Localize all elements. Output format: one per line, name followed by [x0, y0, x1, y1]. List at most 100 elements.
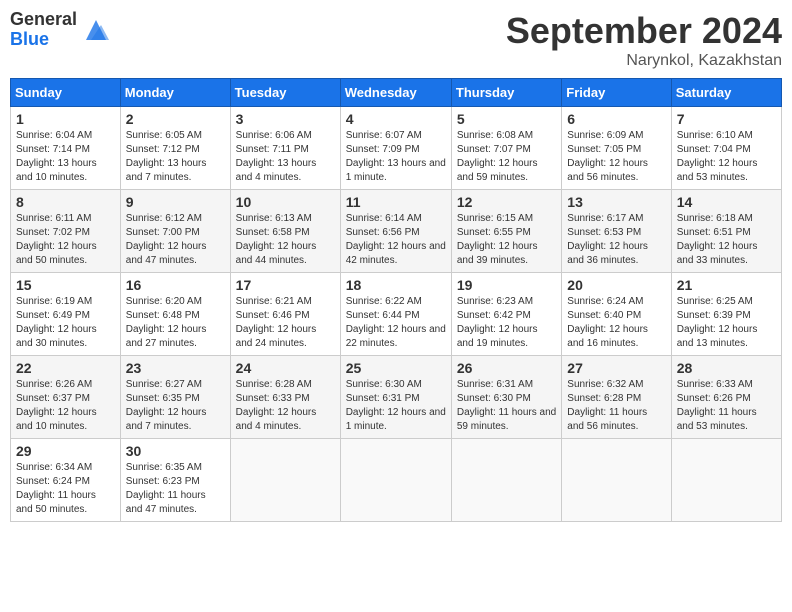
day-cell: 24 Sunrise: 6:28 AM Sunset: 6:33 PM Dayl… — [230, 356, 340, 439]
day-info: Sunrise: 6:20 AM Sunset: 6:48 PM Dayligh… — [126, 295, 225, 351]
day-cell: 8 Sunrise: 6:11 AM Sunset: 7:02 PM Dayli… — [11, 190, 121, 273]
day-info: Sunrise: 6:13 AM Sunset: 6:58 PM Dayligh… — [236, 212, 335, 268]
day-info: Sunrise: 6:06 AM Sunset: 7:11 PM Dayligh… — [236, 129, 335, 185]
day-number: 9 — [126, 194, 225, 210]
day-info: Sunrise: 6:09 AM Sunset: 7:05 PM Dayligh… — [567, 129, 665, 185]
day-number: 23 — [126, 360, 225, 376]
day-info: Sunrise: 6:07 AM Sunset: 7:09 PM Dayligh… — [346, 129, 446, 185]
day-cell: 21 Sunrise: 6:25 AM Sunset: 6:39 PM Dayl… — [671, 273, 781, 356]
day-number: 20 — [567, 277, 665, 293]
day-cell: 17 Sunrise: 6:21 AM Sunset: 6:46 PM Dayl… — [230, 273, 340, 356]
day-cell: 12 Sunrise: 6:15 AM Sunset: 6:55 PM Dayl… — [451, 190, 561, 273]
day-number: 8 — [16, 194, 115, 210]
day-info: Sunrise: 6:12 AM Sunset: 7:00 PM Dayligh… — [126, 212, 225, 268]
day-info: Sunrise: 6:10 AM Sunset: 7:04 PM Dayligh… — [677, 129, 776, 185]
day-info: Sunrise: 6:33 AM Sunset: 6:26 PM Dayligh… — [677, 378, 776, 434]
day-cell — [562, 439, 671, 522]
week-row-2: 8 Sunrise: 6:11 AM Sunset: 7:02 PM Dayli… — [11, 190, 782, 273]
day-cell: 6 Sunrise: 6:09 AM Sunset: 7:05 PM Dayli… — [562, 107, 671, 190]
header-tuesday: Tuesday — [230, 79, 340, 107]
day-number: 27 — [567, 360, 665, 376]
day-info: Sunrise: 6:26 AM Sunset: 6:37 PM Dayligh… — [16, 378, 115, 434]
day-info: Sunrise: 6:23 AM Sunset: 6:42 PM Dayligh… — [457, 295, 556, 351]
day-number: 13 — [567, 194, 665, 210]
month-title: September 2024 — [506, 10, 782, 52]
day-number: 30 — [126, 443, 225, 459]
day-cell: 9 Sunrise: 6:12 AM Sunset: 7:00 PM Dayli… — [120, 190, 230, 273]
calendar-header-row: SundayMondayTuesdayWednesdayThursdayFrid… — [11, 79, 782, 107]
day-cell: 23 Sunrise: 6:27 AM Sunset: 6:35 PM Dayl… — [120, 356, 230, 439]
day-info: Sunrise: 6:35 AM Sunset: 6:23 PM Dayligh… — [126, 461, 225, 517]
day-number: 2 — [126, 111, 225, 127]
day-cell: 13 Sunrise: 6:17 AM Sunset: 6:53 PM Dayl… — [562, 190, 671, 273]
page-header: General Blue September 2024 Narynkol, Ka… — [10, 10, 782, 70]
day-number: 18 — [346, 277, 446, 293]
day-cell: 16 Sunrise: 6:20 AM Sunset: 6:48 PM Dayl… — [120, 273, 230, 356]
day-cell: 2 Sunrise: 6:05 AM Sunset: 7:12 PM Dayli… — [120, 107, 230, 190]
day-cell: 29 Sunrise: 6:34 AM Sunset: 6:24 PM Dayl… — [11, 439, 121, 522]
header-sunday: Sunday — [11, 79, 121, 107]
day-number: 16 — [126, 277, 225, 293]
day-info: Sunrise: 6:11 AM Sunset: 7:02 PM Dayligh… — [16, 212, 115, 268]
day-info: Sunrise: 6:25 AM Sunset: 6:39 PM Dayligh… — [677, 295, 776, 351]
day-cell: 19 Sunrise: 6:23 AM Sunset: 6:42 PM Dayl… — [451, 273, 561, 356]
title-block: September 2024 Narynkol, Kazakhstan — [506, 10, 782, 70]
day-info: Sunrise: 6:17 AM Sunset: 6:53 PM Dayligh… — [567, 212, 665, 268]
week-row-4: 22 Sunrise: 6:26 AM Sunset: 6:37 PM Dayl… — [11, 356, 782, 439]
day-number: 25 — [346, 360, 446, 376]
day-info: Sunrise: 6:27 AM Sunset: 6:35 PM Dayligh… — [126, 378, 225, 434]
day-number: 26 — [457, 360, 556, 376]
day-info: Sunrise: 6:15 AM Sunset: 6:55 PM Dayligh… — [457, 212, 556, 268]
day-cell: 5 Sunrise: 6:08 AM Sunset: 7:07 PM Dayli… — [451, 107, 561, 190]
logo-blue-text: Blue — [10, 30, 77, 50]
day-cell: 4 Sunrise: 6:07 AM Sunset: 7:09 PM Dayli… — [340, 107, 451, 190]
day-cell: 10 Sunrise: 6:13 AM Sunset: 6:58 PM Dayl… — [230, 190, 340, 273]
logo: General Blue — [10, 10, 111, 50]
day-cell: 1 Sunrise: 6:04 AM Sunset: 7:14 PM Dayli… — [11, 107, 121, 190]
day-number: 4 — [346, 111, 446, 127]
day-number: 10 — [236, 194, 335, 210]
day-cell — [230, 439, 340, 522]
logo-general-text: General — [10, 10, 77, 30]
day-cell: 26 Sunrise: 6:31 AM Sunset: 6:30 PM Dayl… — [451, 356, 561, 439]
day-cell: 11 Sunrise: 6:14 AM Sunset: 6:56 PM Dayl… — [340, 190, 451, 273]
day-info: Sunrise: 6:08 AM Sunset: 7:07 PM Dayligh… — [457, 129, 556, 185]
day-number: 29 — [16, 443, 115, 459]
location: Narynkol, Kazakhstan — [506, 52, 782, 70]
day-info: Sunrise: 6:30 AM Sunset: 6:31 PM Dayligh… — [346, 378, 446, 434]
day-number: 22 — [16, 360, 115, 376]
day-cell: 25 Sunrise: 6:30 AM Sunset: 6:31 PM Dayl… — [340, 356, 451, 439]
header-saturday: Saturday — [671, 79, 781, 107]
day-number: 15 — [16, 277, 115, 293]
header-friday: Friday — [562, 79, 671, 107]
day-info: Sunrise: 6:18 AM Sunset: 6:51 PM Dayligh… — [677, 212, 776, 268]
day-cell — [451, 439, 561, 522]
day-number: 1 — [16, 111, 115, 127]
day-number: 17 — [236, 277, 335, 293]
day-info: Sunrise: 6:22 AM Sunset: 6:44 PM Dayligh… — [346, 295, 446, 351]
logo-icon — [81, 15, 111, 45]
day-info: Sunrise: 6:21 AM Sunset: 6:46 PM Dayligh… — [236, 295, 335, 351]
header-thursday: Thursday — [451, 79, 561, 107]
week-row-5: 29 Sunrise: 6:34 AM Sunset: 6:24 PM Dayl… — [11, 439, 782, 522]
day-number: 28 — [677, 360, 776, 376]
day-info: Sunrise: 6:28 AM Sunset: 6:33 PM Dayligh… — [236, 378, 335, 434]
day-number: 24 — [236, 360, 335, 376]
day-cell: 20 Sunrise: 6:24 AM Sunset: 6:40 PM Dayl… — [562, 273, 671, 356]
week-row-3: 15 Sunrise: 6:19 AM Sunset: 6:49 PM Dayl… — [11, 273, 782, 356]
day-cell: 18 Sunrise: 6:22 AM Sunset: 6:44 PM Dayl… — [340, 273, 451, 356]
day-cell: 14 Sunrise: 6:18 AM Sunset: 6:51 PM Dayl… — [671, 190, 781, 273]
day-cell: 7 Sunrise: 6:10 AM Sunset: 7:04 PM Dayli… — [671, 107, 781, 190]
day-info: Sunrise: 6:24 AM Sunset: 6:40 PM Dayligh… — [567, 295, 665, 351]
day-info: Sunrise: 6:19 AM Sunset: 6:49 PM Dayligh… — [16, 295, 115, 351]
day-cell — [340, 439, 451, 522]
day-info: Sunrise: 6:05 AM Sunset: 7:12 PM Dayligh… — [126, 129, 225, 185]
day-cell: 3 Sunrise: 6:06 AM Sunset: 7:11 PM Dayli… — [230, 107, 340, 190]
day-number: 11 — [346, 194, 446, 210]
day-cell: 27 Sunrise: 6:32 AM Sunset: 6:28 PM Dayl… — [562, 356, 671, 439]
day-number: 14 — [677, 194, 776, 210]
day-cell — [671, 439, 781, 522]
day-cell: 28 Sunrise: 6:33 AM Sunset: 6:26 PM Dayl… — [671, 356, 781, 439]
day-cell: 30 Sunrise: 6:35 AM Sunset: 6:23 PM Dayl… — [120, 439, 230, 522]
week-row-1: 1 Sunrise: 6:04 AM Sunset: 7:14 PM Dayli… — [11, 107, 782, 190]
